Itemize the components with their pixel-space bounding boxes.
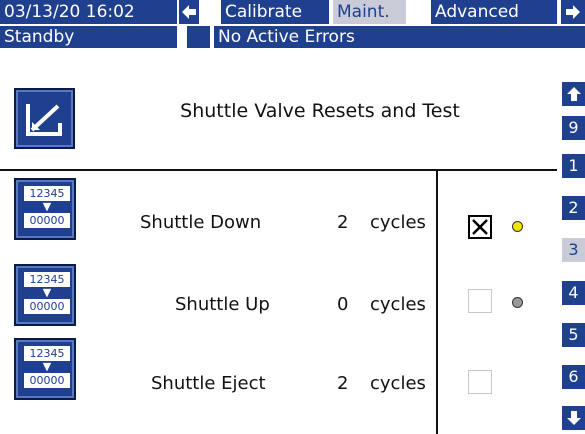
tab-maint[interactable]: Maint. [333, 0, 406, 24]
down-arrow-icon: ▼ [42, 200, 52, 213]
arrow-up-icon [566, 87, 581, 101]
tab-maint-label: Maint. [337, 2, 390, 22]
counter-zero-icon-text: 00000 [24, 299, 70, 314]
counter-reset-icon: 12345 ▼ 00000 [24, 346, 70, 388]
indicator-light-shuttle-up [512, 297, 523, 308]
arrow-left-icon [182, 5, 196, 19]
row-unit-shuttle-down: cycles [370, 212, 426, 233]
tab-calibrate[interactable]: Calibrate [221, 0, 329, 24]
page-button-9[interactable]: 9 [562, 116, 585, 140]
counter-value-icon-text: 12345 [24, 346, 70, 361]
forward-arrow-button[interactable] [561, 0, 585, 24]
counter-value-icon-text: 12345 [24, 186, 70, 201]
counter-zero-icon-text: 00000 [24, 213, 70, 228]
arrow-right-icon [566, 5, 580, 19]
indicator-light-shuttle-down [512, 221, 523, 232]
datetime-text: 03/13/20 16:02 [4, 2, 135, 22]
page-up-button[interactable] [562, 82, 585, 106]
counter-reset-icon: 12345 ▼ 00000 [24, 186, 70, 228]
counter-reset-icon: 12345 ▼ 00000 [24, 272, 70, 314]
down-arrow-icon: ▼ [42, 360, 52, 373]
tab-advanced-label: Advanced [435, 2, 519, 22]
edit-icon [26, 104, 62, 136]
row-count-shuttle-up: 0 [337, 294, 349, 315]
row-count-shuttle-eject: 2 [337, 373, 349, 394]
arrow-down-icon [566, 411, 581, 425]
back-arrow-button[interactable] [179, 0, 199, 24]
counter-value-icon-text: 12345 [24, 272, 70, 287]
horizontal-divider [0, 169, 557, 171]
vertical-divider [436, 169, 438, 434]
error-status: No Active Errors [214, 26, 585, 48]
page-title: Shuttle Valve Resets and Test [180, 100, 460, 122]
system-state: Standby [0, 26, 177, 48]
reset-counter-button-shuttle-eject[interactable]: 12345 ▼ 00000 [14, 338, 76, 400]
error-status-text: No Active Errors [218, 27, 355, 47]
row-label-shuttle-eject: Shuttle Eject [151, 373, 266, 394]
page-down-button[interactable] [562, 406, 585, 430]
status-blank-cell [187, 26, 210, 48]
row-unit-shuttle-up: cycles [370, 294, 426, 315]
page-button-6[interactable]: 6 [562, 365, 585, 389]
row-label-shuttle-down: Shuttle Down [140, 212, 262, 233]
row-unit-shuttle-eject: cycles [370, 373, 426, 394]
reset-counter-button-shuttle-down[interactable]: 12345 ▼ 00000 [14, 178, 76, 240]
down-arrow-icon: ▼ [42, 286, 52, 299]
counter-zero-icon-text: 00000 [24, 373, 70, 388]
checkbox-shuttle-eject[interactable] [468, 370, 492, 394]
tab-advanced[interactable]: Advanced [431, 0, 557, 24]
page-button-4[interactable]: 4 [562, 281, 585, 305]
page-button-3-selected[interactable]: 3 [562, 238, 585, 262]
row-label-shuttle-up: Shuttle Up [175, 294, 270, 315]
row-count-shuttle-down: 2 [337, 212, 349, 233]
page-button-2[interactable]: 2 [562, 196, 585, 220]
checkmark-x-icon [472, 219, 488, 235]
tab-calibrate-label: Calibrate [225, 2, 303, 22]
reset-counter-button-shuttle-up[interactable]: 12345 ▼ 00000 [14, 264, 76, 326]
checkbox-shuttle-up[interactable] [468, 289, 492, 313]
page-button-5[interactable]: 5 [562, 323, 585, 347]
edit-button[interactable] [14, 88, 75, 149]
datetime-display: 03/13/20 16:02 [0, 0, 177, 24]
system-state-text: Standby [4, 27, 75, 47]
checkbox-shuttle-down[interactable] [468, 215, 492, 239]
page-button-1[interactable]: 1 [562, 154, 585, 178]
